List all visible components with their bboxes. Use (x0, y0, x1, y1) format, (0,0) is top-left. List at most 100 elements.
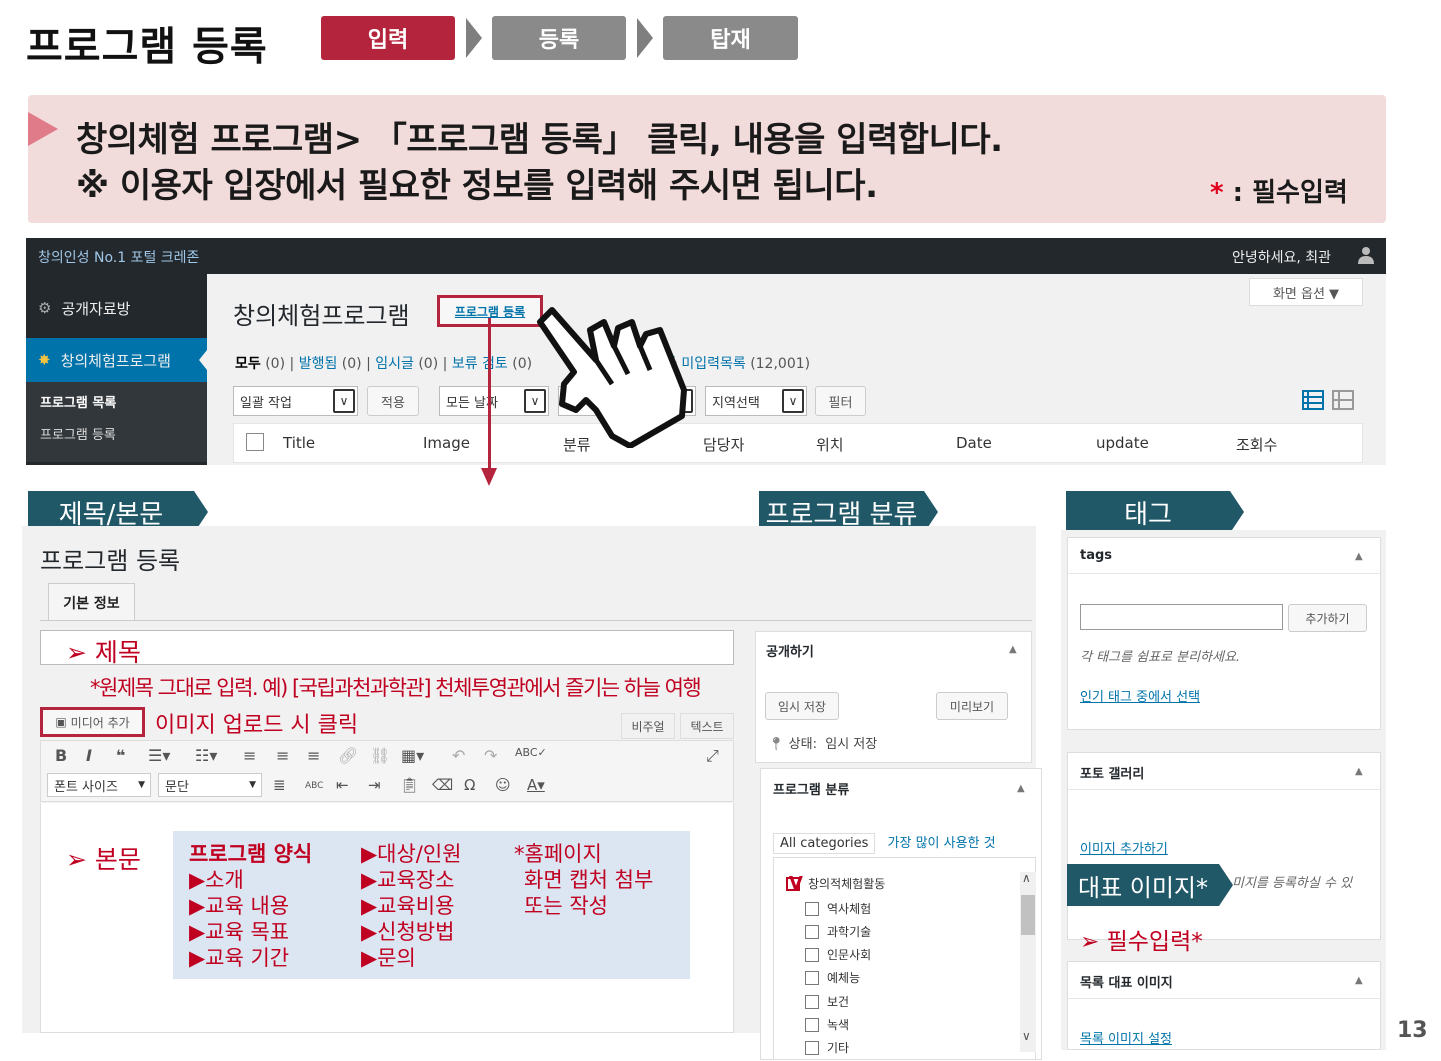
omega-icon[interactable]: Ω (464, 776, 475, 794)
bullet-list-icon[interactable]: ☰▾ (148, 746, 170, 765)
step-upload: 탑재 (663, 16, 798, 60)
user-greeting[interactable]: 안녕하세요, 최관 (1232, 247, 1331, 267)
paste-icon[interactable]: 📋︎ (400, 776, 419, 794)
submenu-program-register[interactable]: 프로그램 등록 (40, 424, 116, 443)
checked-checkbox[interactable]: V (786, 873, 803, 894)
site-name-link[interactable]: 창의인성 No.1 포털 크레존 (38, 247, 199, 267)
scrollbar-thumb[interactable] (1021, 895, 1035, 935)
submenu-program-list[interactable]: 프로그램 목록 (40, 392, 116, 411)
category-item[interactable]: 역사체험 (805, 900, 871, 917)
sidebar-item-creative-program[interactable]: ✸ 창의체험프로그램 (26, 338, 207, 382)
collapse-icon[interactable]: ▲ (1355, 975, 1363, 986)
checkbox[interactable] (805, 1017, 819, 1032)
set-list-image-link[interactable]: 목록 이미지 설정 (1080, 1028, 1172, 1047)
col-views[interactable]: 조회수 (1236, 434, 1277, 455)
form-item: ▶신청방법 (361, 920, 455, 944)
filter-pending[interactable]: 보류 검토 (452, 356, 508, 372)
user-icon[interactable] (1358, 246, 1374, 264)
checkbox[interactable] (805, 947, 819, 962)
filter-count: (0) (512, 356, 533, 372)
checkbox[interactable] (805, 901, 819, 916)
indent-icon[interactable]: ⇥ (368, 776, 381, 794)
checkbox[interactable] (805, 924, 819, 939)
undo-icon[interactable]: ↶ (452, 746, 465, 765)
tag-input[interactable] (1080, 604, 1283, 630)
strikethrough-icon[interactable]: ABC (305, 781, 323, 791)
collapse-icon[interactable]: ▲ (1017, 783, 1025, 794)
list-view-icon[interactable] (1302, 389, 1324, 411)
category-parent[interactable]: V 창의적체험활동 (786, 873, 885, 894)
checkbox[interactable] (805, 994, 819, 1009)
section-tag-featured-image: 대표 이미지* (1067, 864, 1219, 906)
form-item: ▶문의 (361, 946, 416, 970)
spellcheck-icon[interactable]: ABC✓ (515, 746, 547, 759)
category-item[interactable]: 기타 (805, 1039, 849, 1056)
checkbox[interactable] (805, 970, 819, 985)
excerpt-view-icon[interactable] (1332, 389, 1354, 411)
scroll-up-icon[interactable]: ∧ (1022, 871, 1031, 885)
font-size-select[interactable]: 폰트 사이즈 ▼ (47, 773, 151, 797)
tab-most-used[interactable]: 가장 많이 사용한 것 (888, 836, 996, 851)
add-image-link[interactable]: 이미지 추가하기 (1080, 838, 1168, 857)
collapse-icon[interactable]: ▲ (1355, 766, 1363, 777)
tab-text[interactable]: 텍스트 (680, 713, 734, 739)
unlink-icon[interactable]: ⛓ (370, 746, 390, 765)
align-center-icon[interactable]: ≡ (276, 746, 289, 765)
sidebar-item-public-resources[interactable]: ⚙ 공개자료방 (26, 286, 207, 330)
tab-all-categories[interactable]: All categories (773, 833, 876, 854)
filter-all[interactable]: 모두 (235, 356, 261, 372)
tab-basic-info[interactable]: 기본 정보 (48, 583, 135, 621)
table-icon[interactable]: ▦▾ (401, 746, 424, 765)
form-item: ▶교육장소 (361, 868, 455, 892)
preview-button[interactable]: 미리보기 (936, 692, 1008, 720)
filter-button[interactable]: 필터 (815, 386, 866, 416)
status-value: 임시 저장 (825, 737, 878, 752)
blockquote-icon[interactable]: ❝ (116, 746, 125, 765)
category-item[interactable]: 보건 (805, 993, 849, 1010)
bold-icon[interactable]: B (55, 746, 67, 765)
checkbox[interactable] (805, 1040, 819, 1055)
align-right-icon[interactable]: ≡ (307, 746, 320, 765)
select-all-checkbox[interactable] (246, 433, 264, 451)
required-label: : 필수입력 (1223, 178, 1348, 208)
tab-visual[interactable]: 비주얼 (621, 713, 675, 739)
filter-published[interactable]: 발행됨 (299, 356, 338, 372)
category-item[interactable]: 예체능 (805, 969, 860, 986)
collapse-icon[interactable]: ▲ (1355, 551, 1363, 562)
italic-icon[interactable]: I (86, 746, 92, 765)
outdent-icon[interactable]: ⇤ (336, 776, 349, 794)
category-item[interactable]: 과학기술 (805, 923, 871, 940)
fullscreen-icon[interactable]: ⤢ (706, 746, 719, 766)
title-input[interactable] (40, 630, 734, 665)
save-draft-button[interactable]: 임시 저장 (765, 692, 839, 720)
category-item[interactable]: 녹색 (805, 1016, 849, 1033)
category-label: 역사체험 (827, 902, 872, 916)
screen-options-button[interactable]: 화면 옵션 ▼ (1249, 278, 1363, 306)
popular-tags-link[interactable]: 인기 태그 중에서 선택 (1080, 686, 1200, 705)
redo-icon[interactable]: ↷ (484, 746, 497, 765)
col-date[interactable]: Date (956, 434, 992, 452)
category-label: 기타 (827, 1041, 850, 1055)
bulk-action-select[interactable]: 일괄 작업 ∨ (233, 386, 358, 416)
title-label: ➢ 제목 (66, 638, 141, 667)
numbered-list-icon[interactable]: ☷▾ (195, 746, 217, 765)
category-item[interactable]: 인문사회 (805, 946, 871, 963)
apply-button[interactable]: 적용 (367, 386, 419, 416)
justify-icon[interactable]: ≣ (273, 776, 286, 794)
col-update[interactable]: update (1096, 434, 1149, 452)
col-title[interactable]: Title (283, 434, 315, 452)
add-media-button[interactable]: ▣ 미디어 추가 (40, 707, 145, 737)
link-icon[interactable]: 🔗︎ (338, 746, 358, 765)
text-color-icon[interactable]: A▾ (527, 776, 545, 794)
collapse-icon[interactable]: ▲ (1009, 644, 1017, 655)
align-left-icon[interactable]: ≡ (243, 746, 256, 765)
emoji-icon[interactable]: ☺ (495, 776, 511, 794)
form-item: 화면 캡처 첨부 (524, 868, 654, 892)
eraser-icon[interactable]: ⌫ (432, 776, 453, 794)
region-select[interactable]: 지역선택 ∨ (705, 386, 807, 416)
scroll-down-icon[interactable]: ∨ (1022, 1029, 1031, 1043)
date-select[interactable]: 모든 날짜 ∨ (439, 386, 549, 416)
add-tag-button[interactable]: 추가하기 (1288, 604, 1367, 632)
filter-draft[interactable]: 임시글 (375, 356, 414, 372)
paragraph-select[interactable]: 문단 ▼ (158, 773, 262, 797)
